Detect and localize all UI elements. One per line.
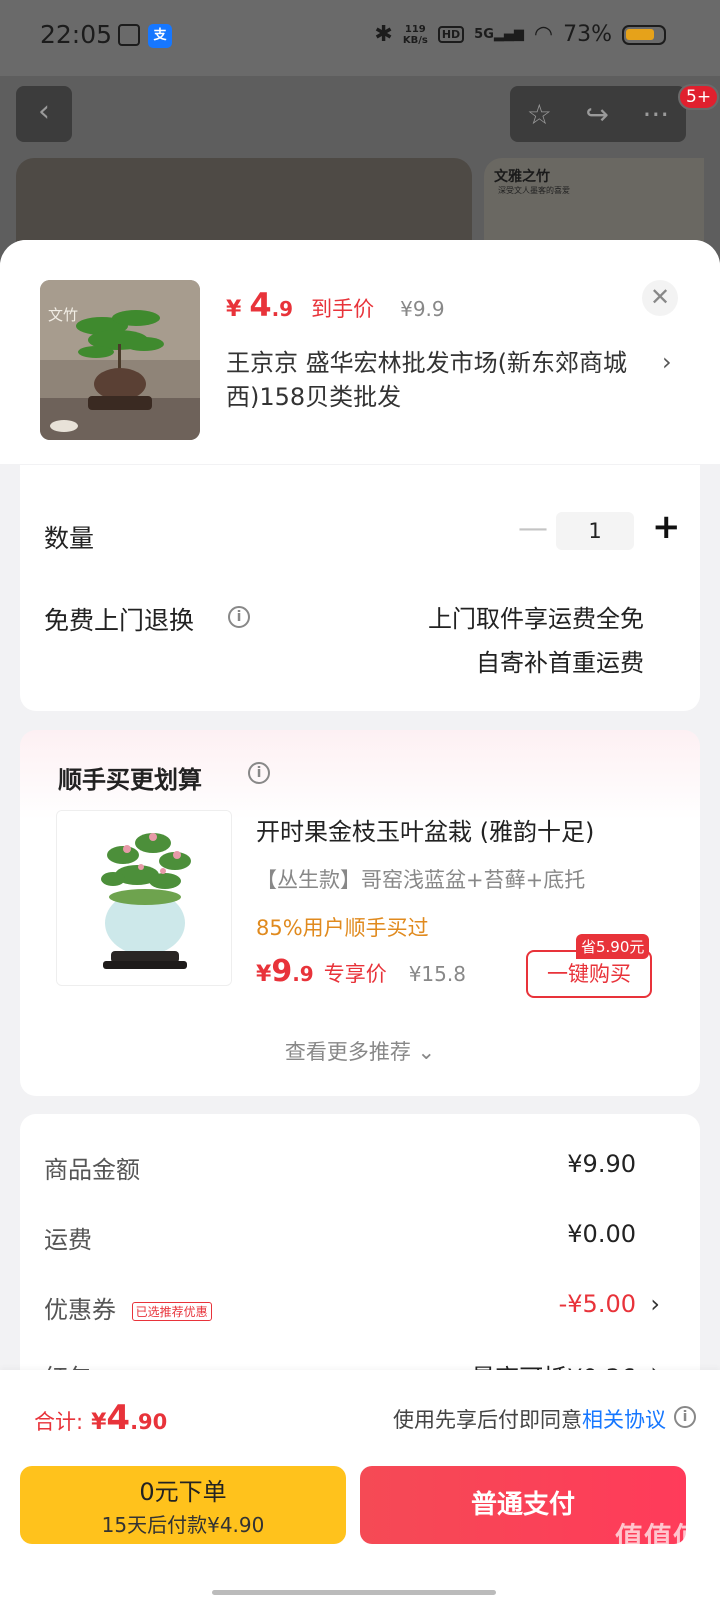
chevron-right-icon[interactable]: › (662, 348, 672, 376)
status-time: 22:05 (40, 20, 113, 49)
upsell-original-price: ¥15.8 (408, 962, 466, 986)
more-recommendations-link[interactable]: 查看更多推荐 ⌄ (20, 1036, 700, 1066)
summary-row-subtotal: 商品金额 ¥9.90 (44, 1150, 636, 1185)
top-nav: ‹ ☆ ↪ ··· 5+ (0, 84, 720, 142)
price-row: ¥ 4 .9 到手价 ¥9.9 (226, 286, 445, 324)
return-policy-line1: 上门取件享运费全免 (428, 605, 644, 633)
status-notification-icons: 支 (118, 24, 172, 48)
price-decimal: .9 (271, 297, 294, 321)
return-policy-line2: 自寄补首重运费 (476, 649, 644, 677)
summary-label: 优惠券 (44, 1296, 116, 1324)
product-header: 文竹 ¥ 4 .9 到手价 ¥9.9 ✕ 王京京 盛华宏林批发市场(新东郊商城西… (0, 240, 720, 464)
agreement-text: 使用先享后付即同意相关协议 (393, 1408, 666, 1432)
total-price: 合计: ¥ 4 .90 (34, 1398, 167, 1438)
price-integer: 4 (249, 286, 272, 324)
nav-action-group: ☆ ↪ ··· (510, 86, 686, 142)
total-label: 合计: (34, 1410, 84, 1434)
upsell-title: 顺手买更划算 (58, 766, 202, 794)
info-icon[interactable]: i (228, 606, 250, 628)
background-image-subtitle: 深受文人墨客的喜爱 (498, 186, 570, 195)
summary-label: 商品金额 (44, 1156, 140, 1184)
summary-value: ¥0.00 (567, 1220, 636, 1248)
wifi-icon: ◠ (533, 22, 554, 47)
summary-label: 运费 (44, 1226, 92, 1254)
total-decimal: .90 (130, 1410, 168, 1434)
original-price: ¥9.9 (400, 297, 445, 321)
upsell-price-decimal: .9 (292, 962, 314, 986)
pay-later-button[interactable]: 0元下单 15天后付款¥4.90 (20, 1466, 346, 1544)
upsell-product-spec: 【丛生款】哥窑浅蓝盆+苔藓+底托 (256, 868, 586, 892)
back-button[interactable]: ‹ (16, 86, 72, 142)
return-label: 免费上门退换 (44, 606, 195, 635)
upsell-card: 顺手买更划算 i 开时果金枝玉叶盆栽 (雅韵十足) 【丛生款】哥窑浅蓝盆+苔藓+… (20, 730, 700, 1096)
chevron-right-icon[interactable]: › (650, 1290, 660, 1318)
summary-value: ¥9.90 (567, 1150, 636, 1178)
agreement-link[interactable]: 相关协议 (582, 1408, 666, 1432)
signal-icon: 5G▂▄▆ (474, 27, 524, 42)
share-icon[interactable]: ↪ (585, 98, 608, 131)
upsell-social-proof: 85%用户顺手买过 (256, 916, 429, 940)
upsell-price-integer: 9 (271, 954, 293, 989)
order-summary-card: 商品金额 ¥9.90 运费 ¥0.00 优惠券 已选推荐优惠 -¥5.00 › … (20, 1114, 700, 1414)
bluetooth-icon: ✱ (374, 22, 393, 47)
savings-badge: 省5.90元 (576, 934, 650, 959)
quantity-decrease-button[interactable]: — (518, 511, 548, 546)
watermark: 值值值 (614, 1521, 702, 1554)
thumbnail-text: 文竹 (48, 306, 78, 324)
quantity-label: 数量 (44, 524, 95, 553)
upsell-product-image[interactable] (56, 810, 232, 986)
status-right-icons: ✱ 119 KB/s HD 5G▂▄▆ ◠ 73% (374, 22, 666, 47)
close-button[interactable]: ✕ (642, 280, 678, 316)
price-currency: ¥ (226, 297, 242, 322)
options-card: 数量 — 1 + 免费上门退换 i 上门取件享运费全免 自寄补首重运费 (20, 465, 700, 711)
shipping-address[interactable]: 王京京 盛华宏林批发市场(新东郊商城西)158贝类批发 (226, 346, 646, 414)
summary-row-coupon[interactable]: 优惠券 已选推荐优惠 -¥5.00 › (44, 1290, 660, 1325)
summary-value: -¥5.00 (558, 1290, 636, 1318)
notification-icon (118, 24, 140, 46)
favorite-star-icon[interactable]: ☆ (527, 98, 552, 131)
battery-percent: 73% (563, 22, 612, 47)
net-speed: 119 KB/s (402, 23, 428, 46)
message-badge: 5+ (678, 84, 720, 110)
product-thumbnail: 文竹 (40, 280, 200, 440)
info-icon[interactable]: i (674, 1406, 696, 1428)
total-integer: 4 (106, 1398, 131, 1438)
upsell-price-label: 专享价 (323, 962, 387, 986)
total-currency: ¥ (91, 1410, 107, 1435)
price-label: 到手价 (311, 297, 375, 321)
home-indicator[interactable] (212, 1590, 496, 1595)
info-icon[interactable]: i (248, 762, 270, 784)
coupon-tag: 已选推荐优惠 (131, 1301, 212, 1321)
upsell-price-row: ¥ 9 .9 专享价 ¥15.8 (256, 954, 466, 989)
battery-icon (622, 24, 666, 45)
quantity-increase-button[interactable]: + (652, 507, 681, 547)
more-icon[interactable]: ··· (642, 98, 669, 131)
background-image-title: 文雅之竹 (494, 169, 550, 185)
hd-icon: HD (437, 26, 465, 43)
watermark-caption: 鸭鸭讲菜和烤 (572, 1556, 692, 1580)
summary-row-shipping: 运费 ¥0.00 (44, 1220, 636, 1255)
status-bar: 22:05 支 ✱ 119 KB/s HD 5G▂▄▆ ◠ 73% (0, 0, 720, 76)
upsell-product-name[interactable]: 开时果金枝玉叶盆栽 (雅韵十足) (256, 812, 594, 847)
alipay-icon: 支 (148, 24, 172, 48)
quantity-input[interactable]: 1 (556, 512, 634, 550)
upsell-price-currency: ¥ (256, 962, 272, 987)
